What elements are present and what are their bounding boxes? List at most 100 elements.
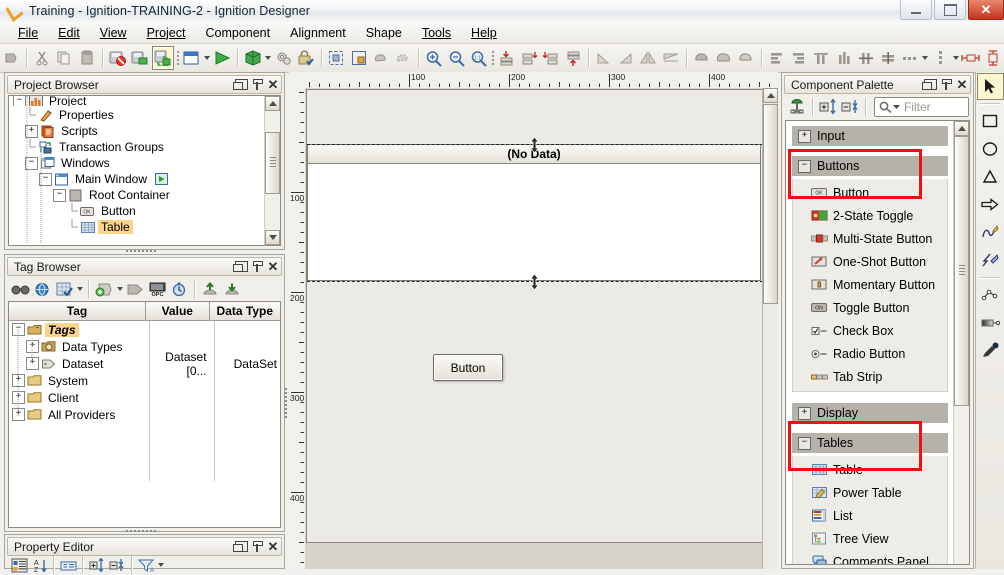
align-bottom-icon[interactable]	[563, 47, 583, 69]
palette-item-toggle-button[interactable]: ON Toggle Button	[793, 296, 947, 319]
launch-client-icon[interactable]	[243, 47, 263, 69]
add-tag-icon[interactable]	[93, 279, 115, 299]
palette-item-tree-view[interactable]: Tree View	[793, 527, 947, 550]
table-row[interactable]: + Dataset Dataset [0... DataSet	[9, 350, 280, 378]
expand-all-icon[interactable]	[87, 557, 107, 573]
rotate-left-icon[interactable]	[594, 47, 614, 69]
zoom-reset-icon[interactable]: 1:1	[469, 47, 489, 69]
distribute-top-icon[interactable]	[811, 47, 831, 69]
shape-intersect-icon[interactable]	[714, 47, 734, 69]
float-icon[interactable]	[232, 77, 249, 92]
import-tags-icon[interactable]	[199, 279, 221, 299]
gear-icon[interactable]	[273, 47, 293, 69]
palette-settings-icon[interactable]	[786, 97, 808, 117]
palette-item-tab-strip[interactable]: Tab Strip	[793, 365, 947, 388]
close-icon[interactable]: ✕	[265, 539, 281, 554]
tag-providers-icon[interactable]	[31, 279, 53, 299]
scroll-up-icon[interactable]	[763, 88, 778, 103]
resize-handle-top[interactable]	[529, 137, 540, 153]
palette-item-button[interactable]: OK Button	[793, 181, 947, 204]
container-icon[interactable]	[349, 47, 369, 69]
palette-item-radio-button[interactable]: Radio Button	[793, 342, 947, 365]
menu-help[interactable]: Help	[461, 24, 507, 42]
scroll-up-icon[interactable]	[954, 121, 969, 136]
close-icon[interactable]: ✕	[265, 259, 281, 274]
space-horizontal-dropdown-icon[interactable]	[921, 48, 929, 68]
justify-left-icon[interactable]	[767, 47, 787, 69]
expander-icon[interactable]: +	[12, 408, 25, 421]
launch-client-dropdown-icon[interactable]	[264, 48, 272, 68]
expander-icon[interactable]: −	[13, 96, 26, 106]
menu-alignment[interactable]: Alignment	[280, 24, 356, 42]
tree-node-transaction-groups[interactable]: Transaction Groups	[11, 138, 280, 155]
palette-group-tables[interactable]: − Tables	[792, 433, 948, 453]
arrow-shape-tool-icon[interactable]	[977, 191, 1004, 218]
project-browser-tree[interactable]: − Project Properties + Scripts Transacti…	[8, 95, 281, 246]
space-vertical-dropdown-icon[interactable]	[952, 48, 960, 68]
project-browser-scrollbar[interactable]	[264, 96, 280, 245]
pen-tool-icon[interactable]	[977, 219, 1004, 246]
add-tag-dropdown-icon[interactable]	[115, 279, 124, 299]
table-component[interactable]: (No Data)	[307, 144, 761, 281]
tag-editor-icon[interactable]	[53, 279, 75, 299]
new-window-icon[interactable]	[182, 47, 202, 69]
palette-item-2-state-toggle[interactable]: 2-State Toggle	[793, 204, 947, 227]
expander-icon[interactable]: +	[26, 340, 39, 353]
close-icon[interactable]: ✕	[265, 77, 281, 92]
zoom-in-icon[interactable]	[424, 47, 444, 69]
expander-icon[interactable]: −	[798, 436, 811, 450]
filter-input-wrapper[interactable]: Filter	[874, 97, 969, 117]
paste-icon[interactable]	[76, 47, 96, 69]
float-icon[interactable]	[921, 77, 938, 92]
scroll-up-icon[interactable]	[265, 96, 280, 111]
sort-alpha-icon[interactable]: AZ	[29, 557, 49, 573]
expander-icon[interactable]: −	[39, 172, 52, 186]
ungroup-icon[interactable]	[393, 47, 413, 69]
close-button[interactable]: ✕	[968, 0, 1004, 20]
expander-icon[interactable]: +	[12, 391, 25, 404]
palette-item-comments-panel[interactable]: Comments Panel	[793, 550, 947, 564]
tree-node-scripts[interactable]: + Scripts	[11, 123, 280, 139]
update-project-icon[interactable]	[151, 46, 175, 70]
expander-icon[interactable]: −	[12, 323, 25, 336]
expander-icon[interactable]: −	[798, 159, 811, 173]
center-vertical-icon[interactable]	[856, 47, 876, 69]
pin-icon[interactable]	[938, 77, 954, 92]
expander-icon[interactable]: +	[798, 129, 811, 143]
table-row[interactable]: + System	[9, 372, 280, 389]
cut-icon[interactable]	[32, 47, 52, 69]
ellipse-tool-icon[interactable]	[977, 135, 1004, 162]
opc-icon[interactable]: OPC	[146, 279, 168, 299]
justify-right-icon[interactable]	[789, 47, 809, 69]
component-palette-list[interactable]: + Input − Buttons OK Button 2-State Togg…	[785, 120, 970, 565]
close-icon[interactable]: ✕	[954, 77, 970, 92]
space-horizontal-icon[interactable]	[900, 47, 920, 69]
project-tag-splitter[interactable]	[126, 250, 156, 252]
menu-file[interactable]: File	[8, 24, 48, 42]
align-left-icon[interactable]	[519, 47, 539, 69]
tag-history-icon[interactable]	[168, 279, 190, 299]
palette-item-power-table[interactable]: Power Table	[793, 481, 947, 504]
tag-icon[interactable]	[124, 279, 146, 299]
column-header-data-type[interactable]: Data Type	[210, 302, 280, 320]
export-tags-icon[interactable]	[221, 279, 243, 299]
column-header-value[interactable]: Value	[146, 302, 210, 320]
rotate-right-icon[interactable]	[616, 47, 636, 69]
collapse-all-icon[interactable]	[839, 97, 861, 117]
lock-icon[interactable]	[296, 47, 316, 69]
table-row[interactable]: + Data Types	[9, 338, 280, 355]
component-palette-scrollbar[interactable]	[953, 121, 969, 564]
gradient-tool-icon[interactable]	[977, 309, 1004, 336]
tree-node-main-window[interactable]: − Main Window	[11, 171, 280, 187]
center-horizontal-icon[interactable]	[878, 47, 898, 69]
design-canvas[interactable]: (No Data) Button	[305, 88, 778, 569]
expand-all-icon[interactable]	[817, 97, 839, 117]
float-icon[interactable]	[232, 539, 249, 554]
publish-icon[interactable]	[130, 47, 150, 69]
triangle-tool-icon[interactable]	[977, 163, 1004, 190]
new-window-dropdown-icon[interactable]	[203, 48, 211, 68]
eyedropper-tool-icon[interactable]	[977, 337, 1004, 364]
group-icon[interactable]	[371, 47, 391, 69]
rectangle-tool-icon[interactable]	[977, 107, 1004, 134]
palette-group-display[interactable]: + Display	[792, 403, 948, 423]
